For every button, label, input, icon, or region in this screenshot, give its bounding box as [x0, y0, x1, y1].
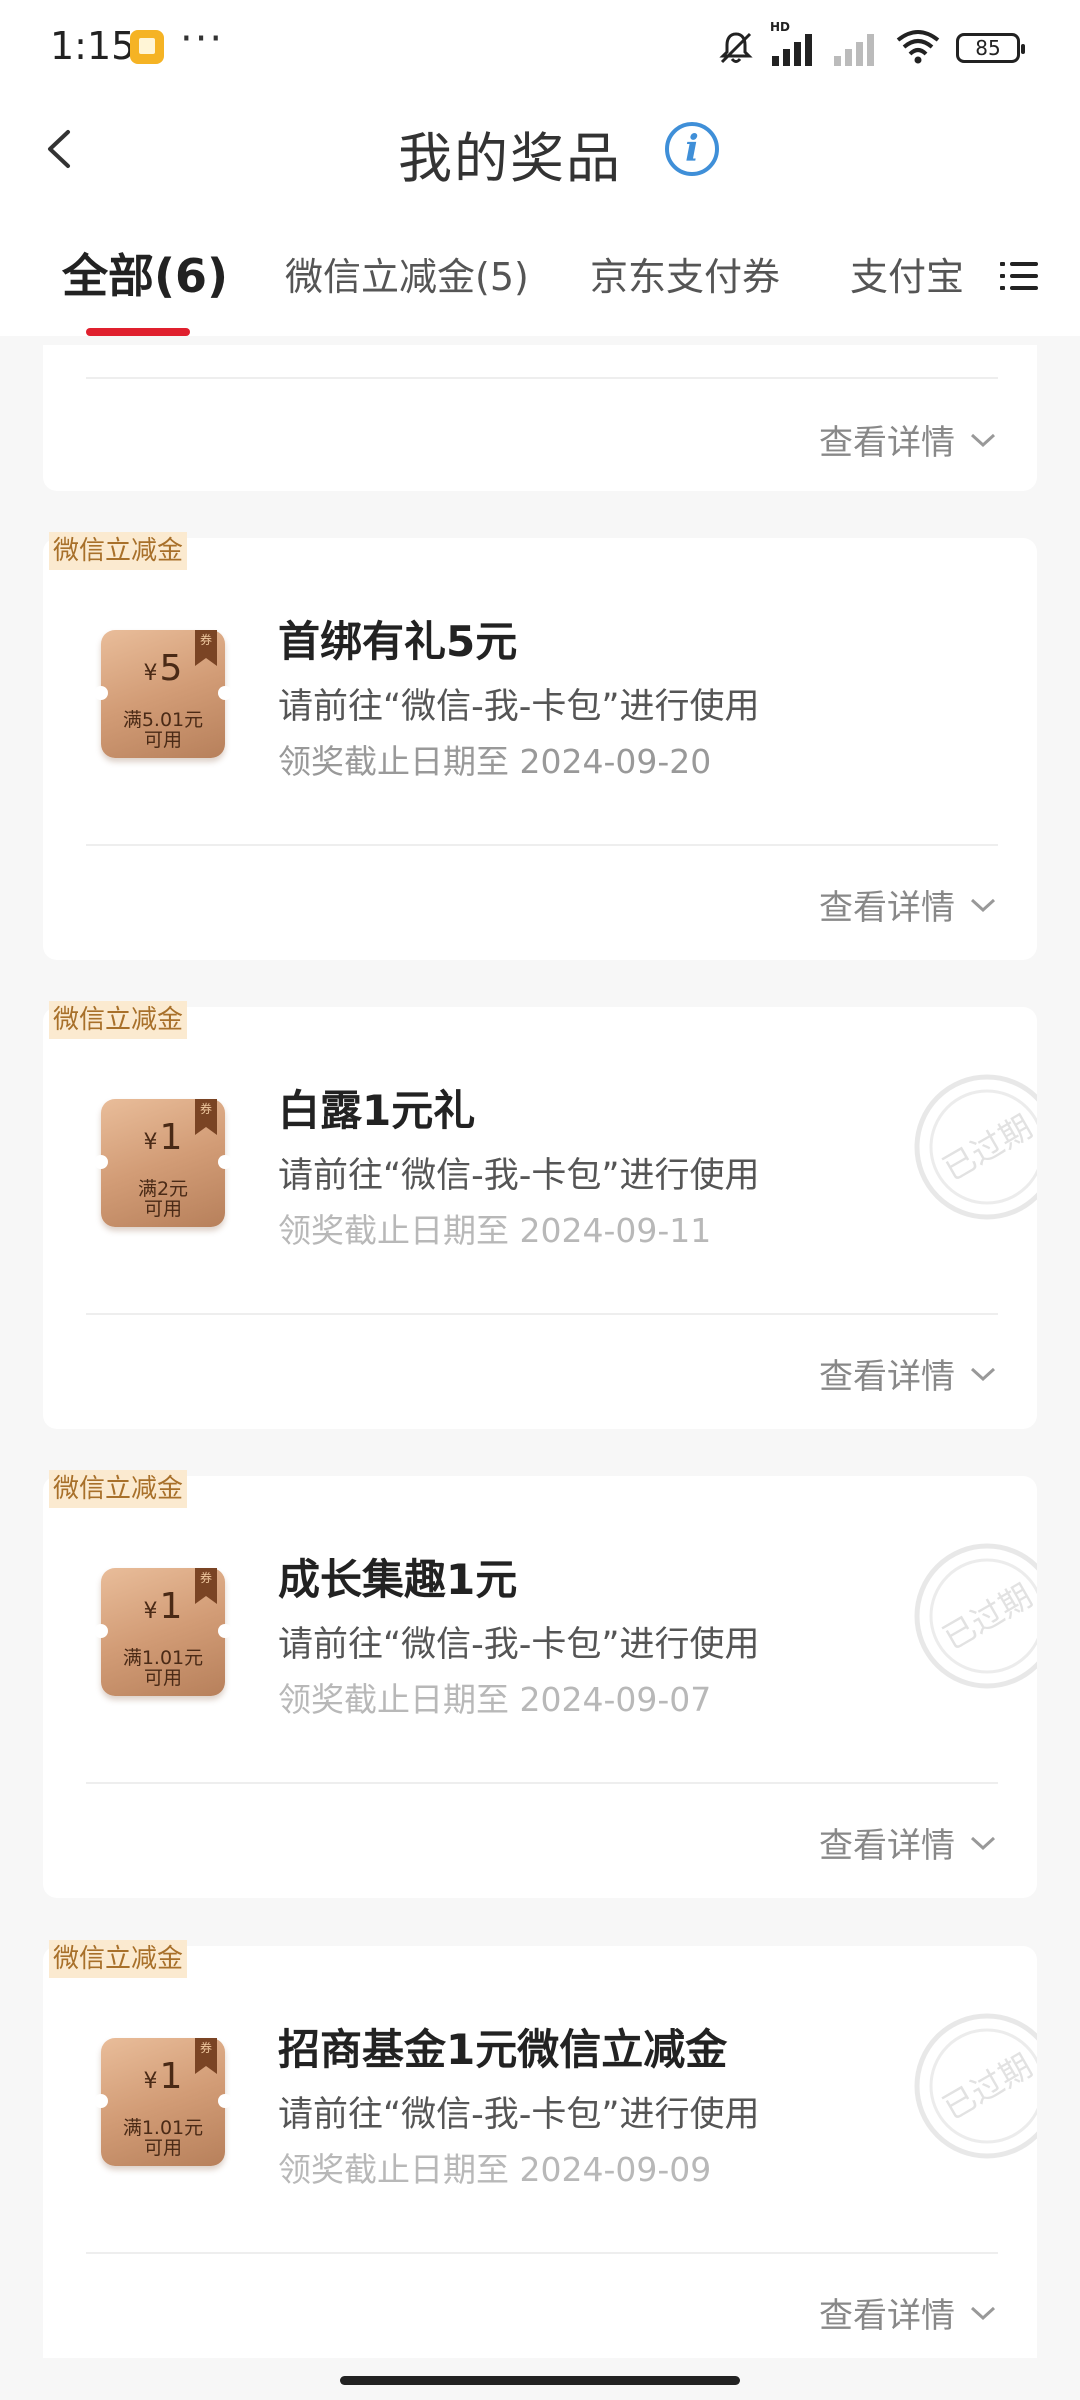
- coupon-icon: 券 ¥5 满5.01元 可用: [94, 630, 232, 758]
- category-badge: 微信立减金: [49, 1940, 188, 1978]
- coupon-amount: ¥5: [143, 648, 183, 689]
- chevron-down-icon: [970, 898, 996, 912]
- prize-instructions: 请前往“微信-我-卡包”进行使用: [278, 1625, 760, 1665]
- prize-card: 查看详情: [43, 345, 1037, 491]
- app-notification-icon: [130, 30, 164, 64]
- prize-deadline: 领奖截止日期至 2024-09-07: [278, 1680, 712, 1719]
- prize-card: 微信立减金 券 ¥1 满1.01元 可用 招商基金1元微信立减金 请前往“微信-我…: [43, 1940, 1037, 2358]
- prize-instructions: 请前往“微信-我-卡包”进行使用: [278, 1156, 760, 1196]
- category-badge: 微信立减金: [49, 1001, 188, 1039]
- card-divider: [86, 844, 998, 846]
- svg-text:已过期: 已过期: [936, 2046, 1037, 2127]
- card-divider: [86, 1782, 998, 1784]
- svg-text:已过期: 已过期: [936, 1576, 1037, 1657]
- svg-text:已过期: 已过期: [936, 1107, 1037, 1188]
- battery-icon: 85: [956, 33, 1025, 63]
- tab-menu-icon[interactable]: [1000, 258, 1038, 294]
- category-badge: 微信立减金: [49, 1470, 188, 1508]
- view-details-label: 查看详情: [819, 423, 955, 463]
- chevron-down-icon: [970, 433, 996, 447]
- coupon-condition: 满1.01元 可用: [122, 1647, 204, 1689]
- view-details-link[interactable]: 查看详情: [819, 2288, 997, 2337]
- prize-name: 首绑有礼5元: [278, 617, 518, 666]
- signal-hd-icon: HD: [770, 20, 818, 66]
- view-details-link[interactable]: 查看详情: [819, 1818, 997, 1867]
- prize-instructions: 请前往“微信-我-卡包”进行使用: [278, 687, 760, 727]
- view-details-label: 查看详情: [819, 2296, 955, 2336]
- coupon-icon: 券 ¥1 满1.01元 可用: [94, 2038, 232, 2166]
- status-time: 1:15: [50, 24, 136, 68]
- wifi-icon: [896, 28, 940, 68]
- coupon-icon: 券 ¥1 满1.01元 可用: [94, 1568, 232, 1696]
- chevron-down-icon: [970, 1367, 996, 1381]
- view-details-label: 查看详情: [819, 1357, 955, 1397]
- prize-deadline: 领奖截止日期至 2024-09-11: [278, 1211, 712, 1250]
- expired-stamp: 已过期: [897, 1067, 1037, 1227]
- prize-name: 白露1元礼: [278, 1086, 476, 1135]
- page-title: 我的奖品: [0, 114, 1080, 193]
- more-notifications-icon: ···: [180, 16, 225, 62]
- coupon-amount: ¥1: [143, 1117, 183, 1158]
- prize-deadline: 领奖截止日期至 2024-09-20: [278, 742, 712, 781]
- chevron-down-icon: [970, 2306, 996, 2320]
- card-divider: [86, 1313, 998, 1315]
- page-title-text: 我的奖品: [398, 127, 622, 190]
- coupon-amount: ¥1: [143, 1586, 183, 1627]
- tab-all[interactable]: 全部(6): [62, 240, 228, 306]
- view-details-link[interactable]: 查看详情: [819, 415, 997, 464]
- prize-card: 微信立减金 券 ¥1 满2元 可用 白露1元礼 请前往“微信-我-卡包”进行使用 …: [43, 1001, 1037, 1429]
- status-bar: 1:15 ··· HD 85: [0, 0, 1080, 96]
- tab-wechat-discount[interactable]: 微信立减金(5): [285, 246, 529, 301]
- coupon-condition: 满2元 可用: [137, 1178, 189, 1220]
- home-indicator[interactable]: [340, 2376, 740, 2385]
- coupon-condition: 满1.01元 可用: [122, 2117, 204, 2159]
- card-divider: [86, 2252, 998, 2254]
- prize-instructions: 请前往“微信-我-卡包”进行使用: [278, 2095, 760, 2135]
- expired-stamp: 已过期: [897, 1536, 1037, 1696]
- prize-card: 微信立减金 券 ¥1 满1.01元 可用 成长集趣1元 请前往“微信-我-卡包”进…: [43, 1470, 1037, 1898]
- info-icon[interactable]: i: [665, 122, 719, 176]
- view-details-label: 查看详情: [819, 888, 955, 928]
- prize-deadline: 领奖截止日期至 2024-09-09: [278, 2150, 712, 2189]
- active-tab-indicator: [86, 328, 190, 336]
- coupon-amount: ¥1: [143, 2056, 183, 2097]
- nav-header: 我的奖品 i: [0, 96, 1080, 206]
- tab-jd-pay[interactable]: 京东支付券: [590, 246, 780, 301]
- view-details-link[interactable]: 查看详情: [819, 1349, 997, 1398]
- category-tabs: 全部(6) 微信立减金(5) 京东支付券 支付宝: [0, 206, 1080, 336]
- mute-icon: [716, 28, 756, 68]
- category-badge: 微信立减金: [49, 532, 188, 570]
- prize-name: 成长集趣1元: [278, 1555, 518, 1604]
- signal-icon: [834, 30, 880, 66]
- prize-name: 招商基金1元微信立减金: [278, 2025, 728, 2074]
- expired-stamp: 已过期: [897, 2006, 1037, 2166]
- coupon-condition: 满5.01元 可用: [122, 709, 204, 751]
- coupon-icon: 券 ¥1 满2元 可用: [94, 1099, 232, 1227]
- card-divider: [86, 377, 998, 379]
- view-details-label: 查看详情: [819, 1826, 955, 1866]
- chevron-down-icon: [970, 1836, 996, 1850]
- view-details-link[interactable]: 查看详情: [819, 880, 997, 929]
- tab-alipay[interactable]: 支付宝: [850, 246, 964, 301]
- prize-card: 微信立减金 券 ¥5 满5.01元 可用 首绑有礼5元 请前往“微信-我-卡包”进…: [43, 532, 1037, 960]
